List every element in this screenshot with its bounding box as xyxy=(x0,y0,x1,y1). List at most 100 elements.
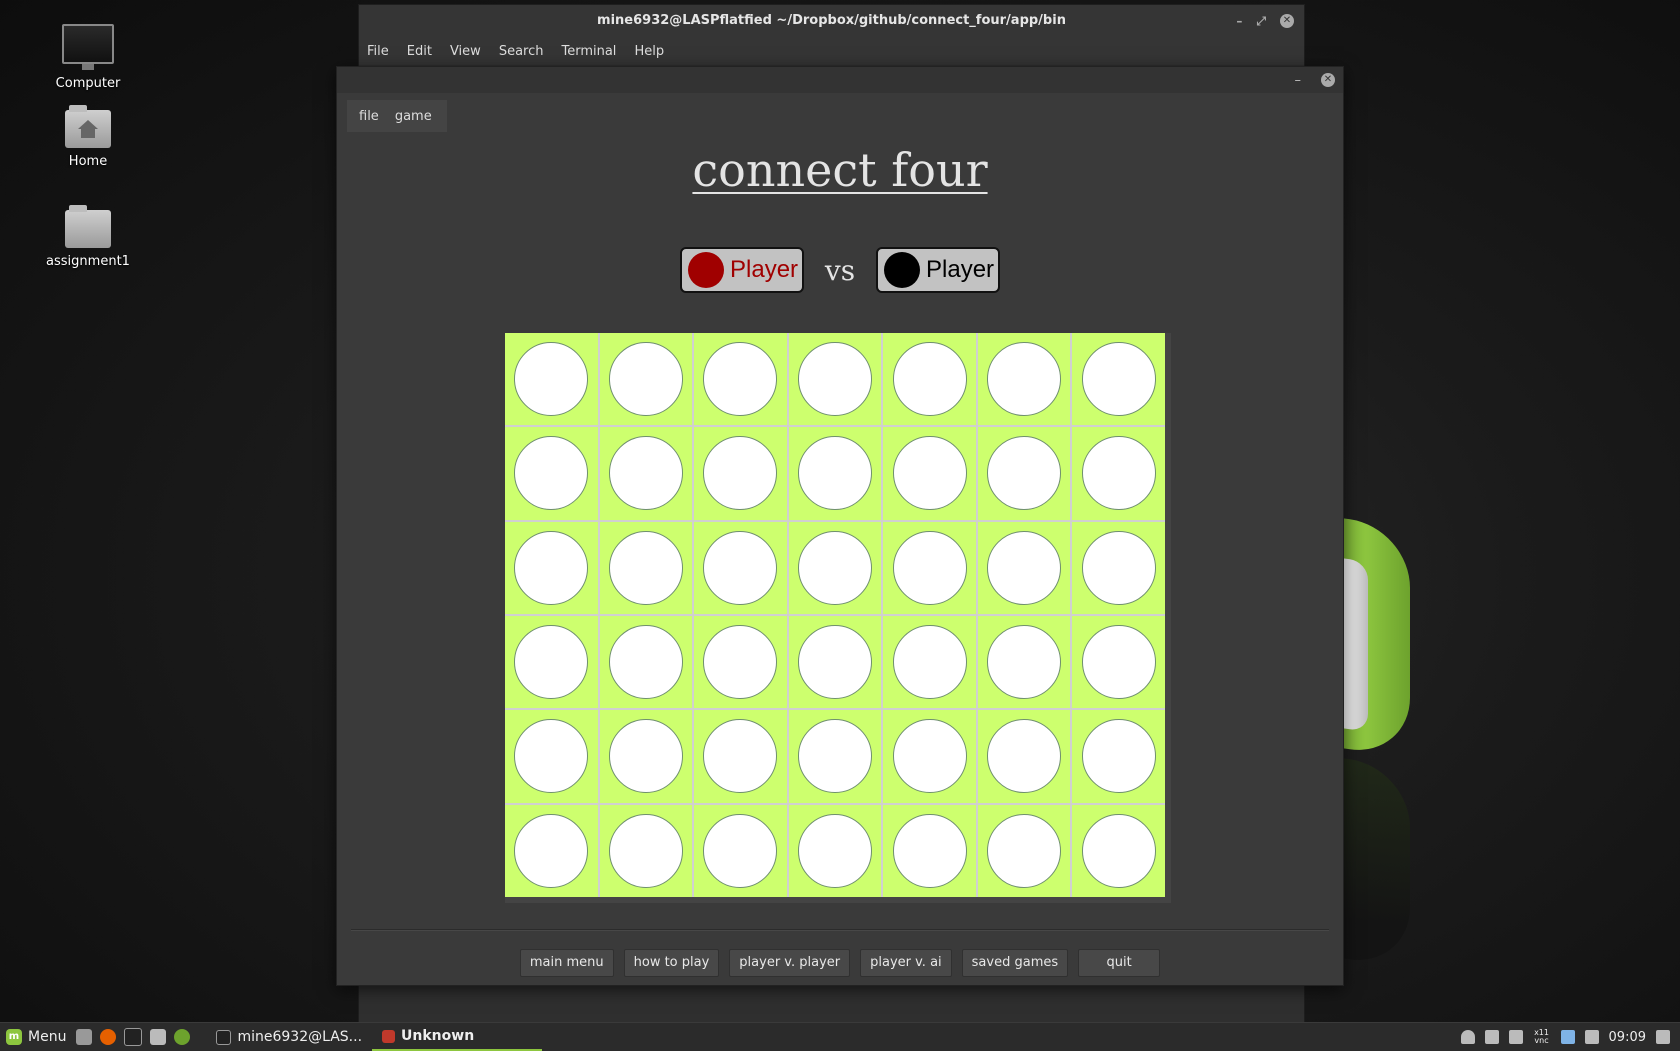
board-cell[interactable] xyxy=(505,521,598,614)
desktop-icon-home[interactable]: Home xyxy=(28,105,148,169)
board-cell[interactable] xyxy=(599,521,693,614)
board-cell[interactable] xyxy=(977,427,1071,520)
terminal-icon[interactable] xyxy=(124,1028,143,1046)
board-cell[interactable] xyxy=(505,804,598,897)
menu-game[interactable]: game xyxy=(395,109,432,124)
app-titlebar[interactable]: – ✕ xyxy=(337,67,1343,93)
maximize-icon[interactable]: ⤢ xyxy=(1256,5,1266,37)
board-cell[interactable] xyxy=(788,710,882,803)
vnc-indicator[interactable]: x11 vnc xyxy=(1533,1029,1551,1045)
board-cell[interactable] xyxy=(505,333,598,426)
board-cell[interactable] xyxy=(977,333,1071,426)
board-cell[interactable] xyxy=(788,521,882,614)
close-icon[interactable]: ✕ xyxy=(1280,14,1294,28)
connect-four-window[interactable]: – ✕ file game connect four Player vs Pla… xyxy=(336,66,1344,986)
board-cell[interactable] xyxy=(599,427,693,520)
board-cell[interactable] xyxy=(883,521,976,614)
minimize-icon[interactable]: – xyxy=(1236,5,1242,37)
minimize-icon[interactable]: – xyxy=(1295,73,1302,88)
board-cell[interactable] xyxy=(694,427,787,520)
board-cell[interactable] xyxy=(1072,616,1165,709)
quit-button[interactable]: quit xyxy=(1078,949,1161,977)
empty-slot xyxy=(987,625,1062,700)
taskbar-item-terminal[interactable]: mine6932@LAS... xyxy=(206,1023,372,1051)
desktop-icon-computer[interactable]: Computer xyxy=(28,24,148,91)
firefox-icon[interactable] xyxy=(100,1029,117,1045)
board-cell[interactable] xyxy=(788,427,882,520)
terminal-titlebar[interactable]: mine6932@LASPflatfied ~/Dropbox/github/c… xyxy=(359,5,1304,37)
player-v-player-button[interactable]: player v. player xyxy=(729,949,851,977)
menu-view[interactable]: View xyxy=(450,44,481,59)
shield-icon[interactable] xyxy=(1560,1030,1575,1044)
board-cell[interactable] xyxy=(694,333,787,426)
empty-slot xyxy=(1081,342,1156,417)
empty-slot xyxy=(797,342,872,417)
board-cell[interactable] xyxy=(883,427,976,520)
show-desktop-icon[interactable] xyxy=(76,1029,93,1045)
app-window-icon xyxy=(382,1029,396,1043)
board-cell[interactable] xyxy=(883,710,976,803)
menu-help[interactable]: Help xyxy=(634,44,664,59)
main-menu-button[interactable]: main menu xyxy=(519,949,614,977)
board-cell[interactable] xyxy=(977,616,1071,709)
board-cell[interactable] xyxy=(694,710,787,803)
board-cell[interactable] xyxy=(883,616,976,709)
board-cell[interactable] xyxy=(599,616,693,709)
empty-slot xyxy=(797,625,872,700)
vs-label: vs xyxy=(824,253,856,287)
network-status-icon[interactable] xyxy=(1484,1030,1499,1044)
menu-edit[interactable]: Edit xyxy=(407,44,432,59)
board-cell[interactable] xyxy=(599,710,693,803)
board-cell[interactable] xyxy=(1072,804,1165,897)
empty-slot xyxy=(797,436,872,511)
menu-search[interactable]: Search xyxy=(499,44,544,59)
empty-slot xyxy=(892,625,967,700)
clock[interactable]: 09:09 xyxy=(1609,1030,1646,1045)
board-cell[interactable] xyxy=(977,521,1071,614)
user-icon[interactable] xyxy=(1460,1030,1475,1044)
close-icon[interactable]: ✕ xyxy=(1321,73,1335,87)
menu-file[interactable]: File xyxy=(367,44,389,59)
board-cell[interactable] xyxy=(505,616,598,709)
empty-slot xyxy=(892,719,967,794)
board-cell[interactable] xyxy=(694,804,787,897)
volume-icon[interactable] xyxy=(1508,1030,1523,1044)
board-cell[interactable] xyxy=(977,804,1071,897)
board-cell[interactable] xyxy=(1072,427,1165,520)
board-cell[interactable] xyxy=(788,616,882,709)
menu-file[interactable]: file xyxy=(359,109,379,124)
how-to-play-button[interactable]: how to play xyxy=(623,949,720,977)
start-menu-button[interactable]: m Menu xyxy=(0,1029,76,1045)
board-cell[interactable] xyxy=(505,427,598,520)
taskbar-item-unknown[interactable]: Unknown xyxy=(372,1023,543,1051)
board-cell[interactable] xyxy=(694,521,787,614)
desktop-icon-assignment1[interactable]: assignment1 xyxy=(28,205,148,269)
board-cell[interactable] xyxy=(1072,333,1165,426)
terminal-icon xyxy=(216,1029,232,1045)
empty-slot xyxy=(608,625,683,700)
board-cell[interactable] xyxy=(1072,521,1165,614)
menu-terminal[interactable]: Terminal xyxy=(561,44,616,59)
taskbar-item-label: Unknown xyxy=(401,1028,475,1044)
files-icon[interactable] xyxy=(150,1029,167,1045)
empty-slot xyxy=(703,436,778,511)
network-icon[interactable] xyxy=(174,1029,191,1045)
board-cell[interactable] xyxy=(788,333,882,426)
player-v-ai-button[interactable]: player v. ai xyxy=(860,949,952,977)
board-cell[interactable] xyxy=(883,333,976,426)
empty-slot xyxy=(608,530,683,605)
display-icon[interactable] xyxy=(1656,1030,1670,1044)
board-cell[interactable] xyxy=(977,710,1071,803)
board-cell[interactable] xyxy=(599,333,693,426)
board-cell[interactable] xyxy=(883,804,976,897)
board-cell[interactable] xyxy=(694,616,787,709)
player1-label: Player xyxy=(730,256,799,283)
board-cell[interactable] xyxy=(505,710,598,803)
saved-games-button[interactable]: saved games xyxy=(961,949,1069,977)
empty-slot xyxy=(514,813,589,888)
board-cell[interactable] xyxy=(599,804,693,897)
dropbox-icon[interactable] xyxy=(1584,1030,1599,1044)
board-cell[interactable] xyxy=(788,804,882,897)
board-cell[interactable] xyxy=(1072,710,1165,803)
system-tray: x11 vnc 09:09 xyxy=(1460,1029,1680,1045)
